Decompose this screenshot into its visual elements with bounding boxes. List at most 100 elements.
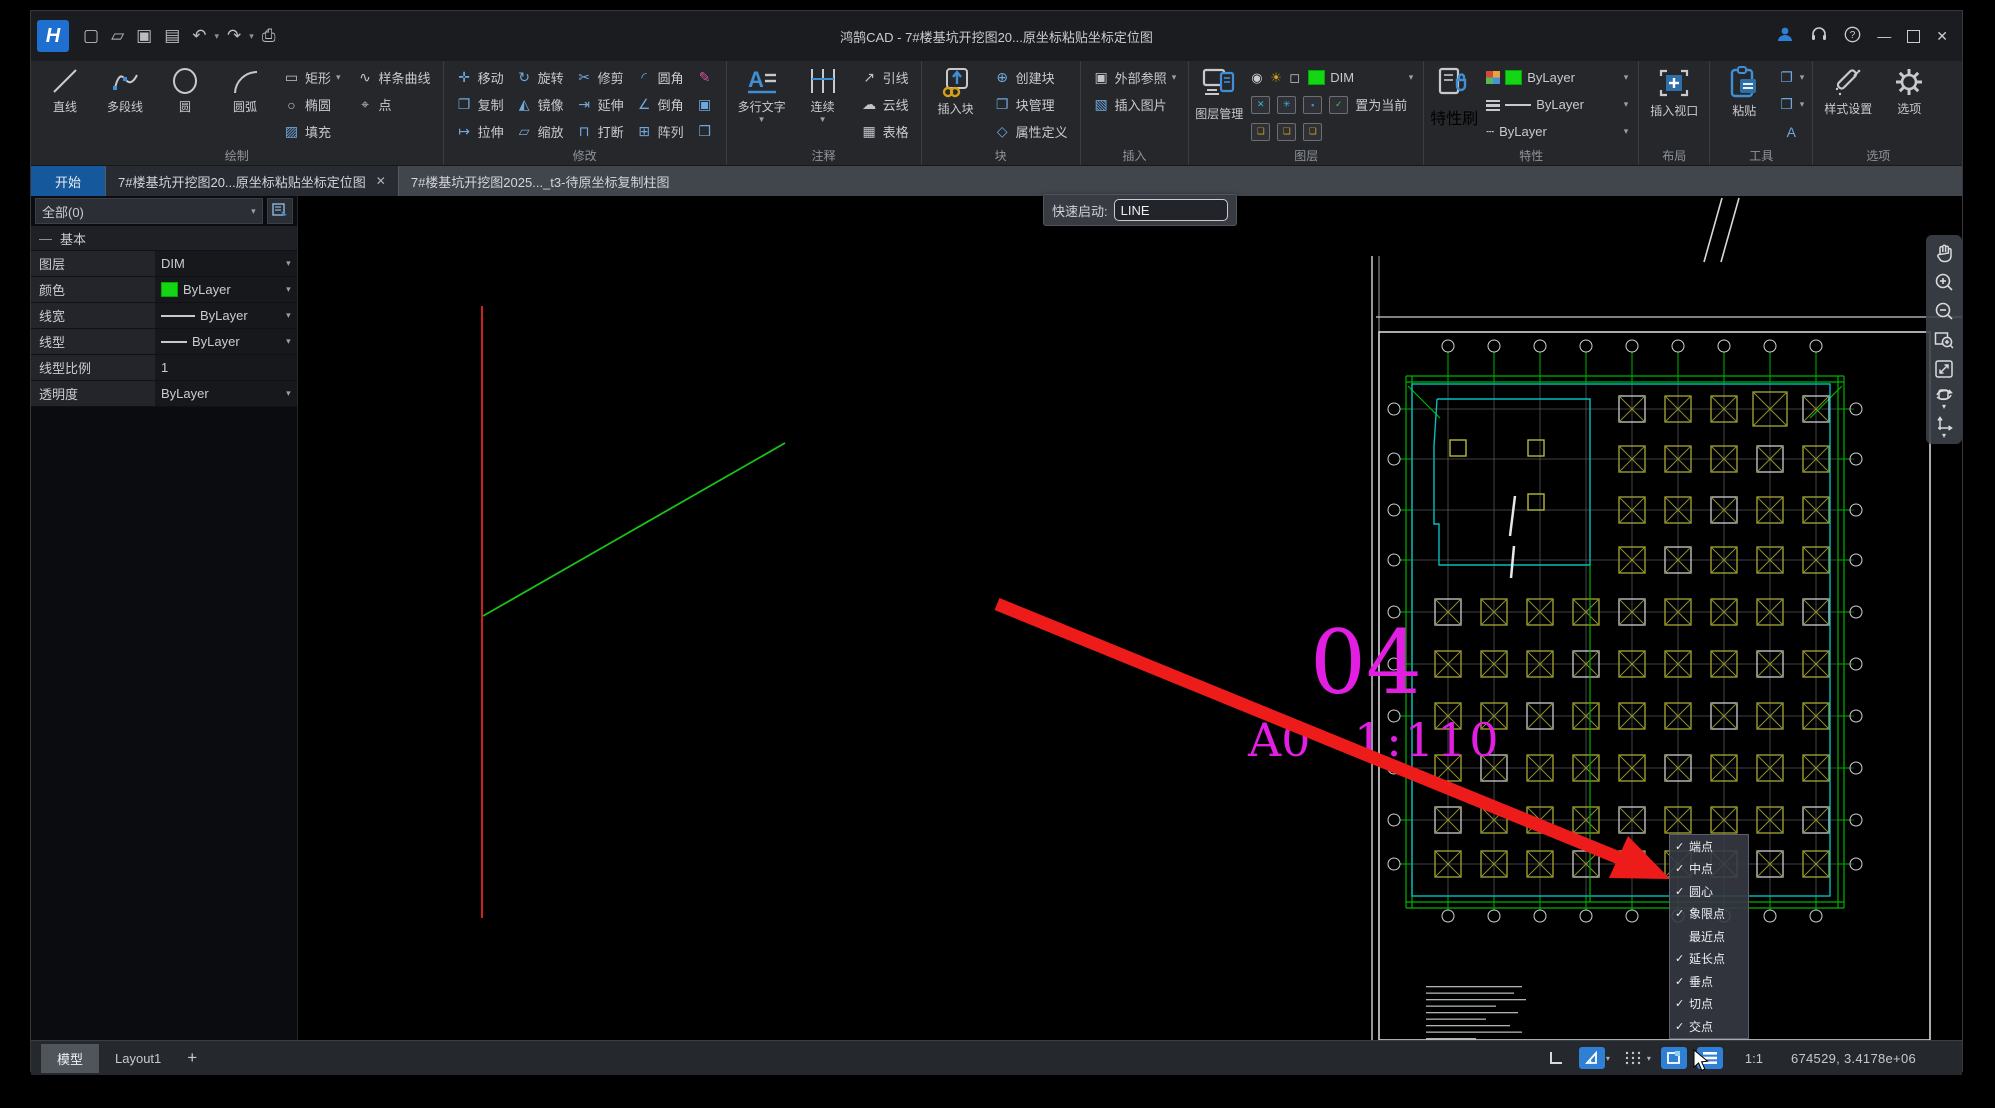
paste-button[interactable]: 粘贴 bbox=[1716, 64, 1772, 121]
mtext-dropdown-icon[interactable]: ▼ bbox=[758, 117, 766, 123]
pan-axes-dropdown-icon[interactable]: ▾ bbox=[1942, 433, 1946, 438]
layer-visibility-icon[interactable]: ◉ bbox=[1251, 70, 1265, 86]
layer-lock-icon[interactable]: ◻ bbox=[1289, 70, 1303, 86]
tab-start[interactable]: 开始 bbox=[31, 166, 105, 196]
edit-pencil-button[interactable]: ✎ bbox=[690, 64, 720, 91]
offset-button[interactable]: ▣ bbox=[690, 91, 720, 118]
grid-dropdown-icon[interactable]: ▾ bbox=[1647, 1054, 1651, 1063]
layer-manager-button[interactable] bbox=[1197, 64, 1241, 105]
group-button[interactable]: ❒ bbox=[690, 118, 720, 145]
point-button[interactable]: ⌖点 bbox=[351, 91, 437, 118]
collapse-icon[interactable]: — bbox=[39, 231, 52, 246]
dim-continue-button[interactable]: 连续 ▼ bbox=[795, 64, 851, 125]
revcloud-button[interactable]: ☁云线 bbox=[855, 91, 915, 118]
zoom-out-button[interactable] bbox=[1930, 297, 1958, 324]
stretch-button[interactable]: ↦拉伸 bbox=[450, 118, 510, 145]
maximize-button[interactable] bbox=[1907, 30, 1920, 43]
spline-button[interactable]: ∿样条曲线 bbox=[351, 64, 437, 91]
menu-item-endpoint[interactable]: ✓端点 bbox=[1670, 835, 1748, 858]
tab-close-icon[interactable]: ✕ bbox=[376, 174, 386, 188]
close-button[interactable]: ✕ bbox=[1936, 28, 1948, 45]
fillet-button[interactable]: ◜圆角 bbox=[630, 64, 690, 91]
zoom-window-button[interactable] bbox=[1930, 326, 1958, 353]
user-account-icon[interactable] bbox=[1776, 25, 1794, 48]
support-headset-icon[interactable] bbox=[1810, 25, 1828, 48]
block-manager-button[interactable]: ❐块管理 bbox=[988, 91, 1074, 118]
layer-dropdown-icon[interactable]: ▾ bbox=[1409, 72, 1414, 83]
orbit-dropdown-icon[interactable]: ▾ bbox=[1942, 404, 1946, 409]
layer-check-icon[interactable]: ✓ bbox=[1329, 96, 1348, 114]
save-icon[interactable]: ▣ bbox=[132, 24, 156, 48]
layer-off-icon[interactable]: ✕ bbox=[1251, 96, 1270, 114]
menu-item-center[interactable]: ✓圆心 bbox=[1670, 880, 1748, 903]
style-settings-button[interactable]: 样式设置 bbox=[1819, 64, 1877, 119]
copy-clip-button[interactable]: ❐▾ bbox=[1776, 64, 1806, 91]
set-current-button[interactable]: 置为当前 bbox=[1355, 95, 1407, 114]
redo-dropdown-icon[interactable]: ▾ bbox=[249, 31, 254, 42]
rectangle-dropdown-icon[interactable]: ▾ bbox=[336, 72, 341, 83]
line-button[interactable]: 直线 bbox=[37, 64, 93, 117]
polar-dropdown-icon[interactable]: ▾ bbox=[1606, 1054, 1610, 1063]
pan-hand-button[interactable] bbox=[1930, 239, 1958, 266]
create-block-button[interactable]: ⊕创建块 bbox=[988, 64, 1074, 91]
undo-dropdown-icon[interactable]: ▾ bbox=[215, 31, 220, 42]
chevron-down-icon[interactable]: ▾ bbox=[286, 310, 291, 321]
open-file-icon[interactable]: ▱ bbox=[107, 24, 128, 48]
chevron-down-icon[interactable]: ▾ bbox=[286, 388, 291, 399]
minimize-button[interactable]: — bbox=[1877, 28, 1891, 44]
menu-item-tangent[interactable]: ✓切点 bbox=[1670, 993, 1748, 1016]
hatch-button[interactable]: ▨填充 bbox=[277, 118, 347, 145]
menu-item-intersection[interactable]: ✓交点 bbox=[1670, 1015, 1748, 1038]
menu-item-nearest[interactable]: 最近点 bbox=[1670, 925, 1748, 948]
arc-button[interactable]: 圆弧 bbox=[217, 64, 273, 117]
app-logo-icon[interactable]: H bbox=[37, 20, 69, 52]
help-icon[interactable]: ? bbox=[1844, 26, 1861, 46]
table-button[interactable]: ▦表格 bbox=[855, 118, 915, 145]
lineweight-select[interactable]: ByLayer ▾ bbox=[1482, 91, 1632, 118]
copy-base-button[interactable]: ❒▾ bbox=[1776, 91, 1806, 118]
menu-item-perpendicular[interactable]: ✓垂点 bbox=[1670, 970, 1748, 993]
zoom-in-button[interactable] bbox=[1930, 268, 1958, 295]
circle-button[interactable]: 圆 bbox=[157, 64, 213, 117]
grid-snap-button[interactable] bbox=[1620, 1047, 1646, 1069]
layer-lock-mini-icon[interactable]: ▪ bbox=[1303, 96, 1322, 114]
transparency-value-select[interactable]: ByLayer▾ bbox=[155, 381, 297, 406]
orbit-button[interactable]: ▾ bbox=[1930, 384, 1958, 411]
quick-launch-input[interactable] bbox=[1114, 199, 1228, 221]
green-line-segment[interactable] bbox=[483, 443, 785, 616]
layout1-tab[interactable]: Layout1 bbox=[99, 1046, 177, 1071]
lineweight-value-select[interactable]: ByLayer▾ bbox=[155, 303, 297, 328]
leader-button[interactable]: ↗引线 bbox=[855, 64, 915, 91]
tab-document-1[interactable]: 7#楼基坑开挖图20...原坐标粘贴坐标定位图 ✕ bbox=[105, 166, 399, 196]
insert-viewport-button[interactable]: 插入视口 bbox=[1645, 64, 1703, 149]
save-as-icon[interactable]: ▤ bbox=[160, 24, 184, 48]
model-tab[interactable]: 模型 bbox=[41, 1044, 99, 1073]
redo-icon[interactable]: ↷ bbox=[223, 24, 245, 48]
menu-item-quadrant[interactable]: ✓象限点 bbox=[1670, 903, 1748, 926]
print-icon[interactable]: ⎙ bbox=[258, 24, 280, 48]
color-dropdown-icon[interactable]: ▾ bbox=[1624, 72, 1629, 83]
menu-item-extension[interactable]: ✓延长点 bbox=[1670, 948, 1748, 971]
new-file-icon[interactable]: ▢ bbox=[79, 24, 103, 48]
extend-button[interactable]: ⇥延伸 bbox=[570, 91, 630, 118]
layer-tool2-icon[interactable]: ❏ bbox=[1277, 123, 1296, 141]
selection-filter-select[interactable]: 全部(0) ▾ bbox=[35, 198, 263, 224]
scale-button[interactable]: ▱缩放 bbox=[510, 118, 570, 145]
copy-button[interactable]: ❐复制 bbox=[450, 91, 510, 118]
layer-sun-icon[interactable]: ☀ bbox=[1270, 70, 1284, 86]
add-layout-button[interactable]: + bbox=[177, 1048, 207, 1068]
array-button[interactable]: ⊞阵列 bbox=[630, 118, 690, 145]
ltscale-value-field[interactable]: 1 bbox=[155, 355, 297, 380]
polar-tracking-button[interactable] bbox=[1579, 1047, 1605, 1069]
pan-axes-button[interactable]: ▾ bbox=[1930, 413, 1958, 440]
move-button[interactable]: ✛移动 bbox=[450, 64, 510, 91]
layer-value-select[interactable]: DIM▾ bbox=[155, 251, 297, 276]
layer-freeze-icon[interactable]: ✳ bbox=[1277, 96, 1296, 114]
object-snap-button[interactable] bbox=[1661, 1047, 1687, 1069]
ortho-mode-button[interactable] bbox=[1543, 1047, 1569, 1069]
filter-dropdown-icon[interactable]: ▾ bbox=[251, 206, 256, 217]
color-select[interactable]: ByLayer ▾ bbox=[1482, 64, 1632, 91]
match-properties-button[interactable] bbox=[1433, 64, 1475, 105]
rotate-button[interactable]: ↻旋转 bbox=[510, 64, 570, 91]
chevron-down-icon[interactable]: ▾ bbox=[286, 258, 291, 269]
